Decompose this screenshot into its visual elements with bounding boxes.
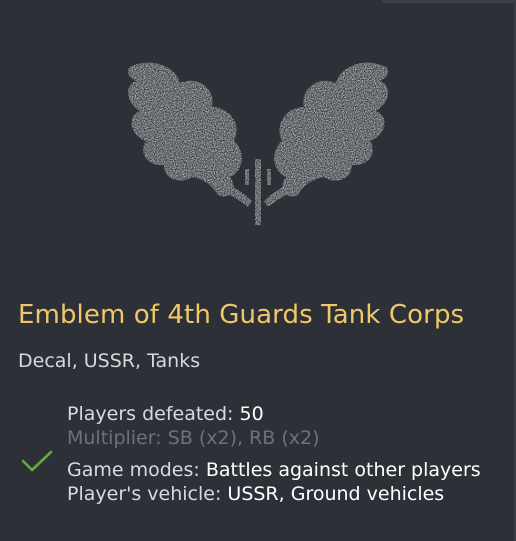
- checkmark-icon: [21, 450, 53, 472]
- player-vehicle-value: USSR, Ground vehicles: [227, 483, 445, 505]
- game-modes-row: Game modes: Battles against other player…: [67, 458, 513, 482]
- decal-title: Emblem of 4th Guards Tank Corps: [18, 300, 465, 330]
- multiplier-value: SB (x2), RB (x2): [167, 427, 320, 449]
- multiplier-label: Multiplier:: [67, 427, 162, 449]
- decal-subtitle: Decal, USSR, Tanks: [18, 350, 201, 372]
- players-defeated-row: Players defeated: 50: [67, 402, 513, 426]
- players-defeated-label: Players defeated:: [67, 403, 234, 425]
- tooltip-top-edge: [382, 0, 514, 3]
- game-modes-label: Game modes:: [67, 459, 200, 481]
- oak-leaves-emblem-icon: [128, 62, 388, 225]
- player-vehicle-row: Player's vehicle: USSR, Ground vehicles: [67, 482, 513, 506]
- unlock-conditions: Players defeated: 50 Multiplier: SB (x2)…: [67, 402, 513, 506]
- player-vehicle-label: Player's vehicle:: [67, 483, 222, 505]
- multiplier-row: Multiplier: SB (x2), RB (x2): [67, 426, 513, 450]
- game-modes-value: Battles against other players: [205, 459, 481, 481]
- decal-tooltip: Emblem of 4th Guards Tank Corps Decal, U…: [0, 0, 516, 541]
- players-defeated-value: 50: [239, 403, 264, 425]
